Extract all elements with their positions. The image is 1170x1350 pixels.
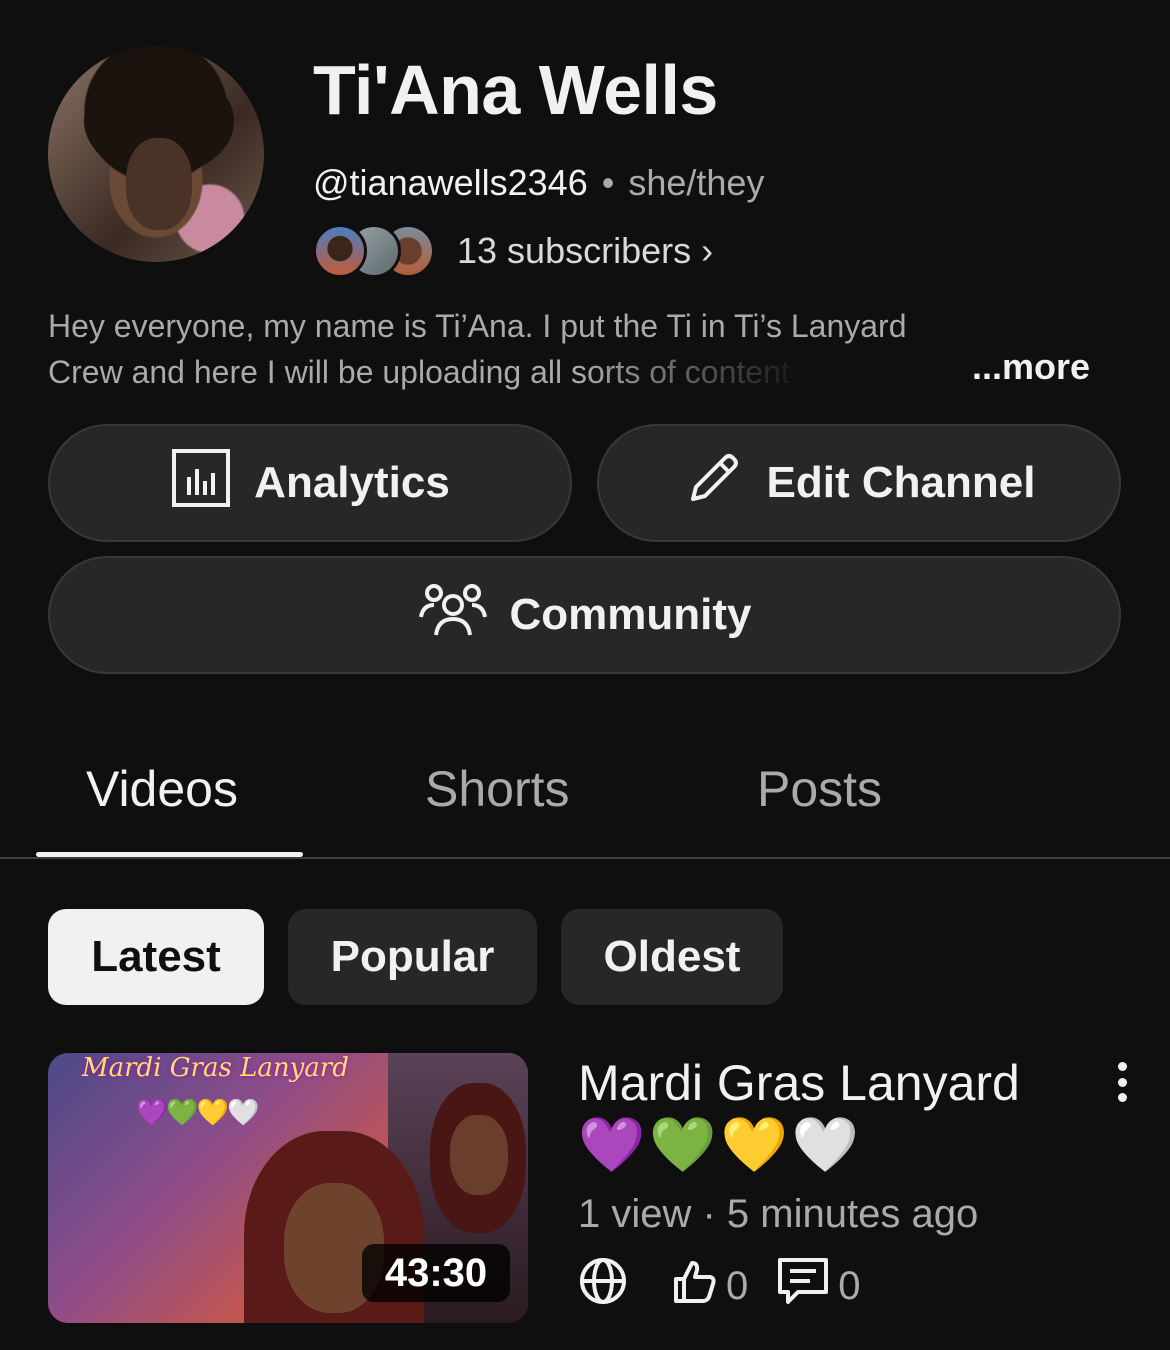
channel-description[interactable]: Hey everyone, my name is Ti’Ana. I put t… <box>48 303 1123 395</box>
channel-pronouns: she/they <box>628 162 765 203</box>
analytics-button[interactable]: Analytics <box>48 424 572 542</box>
like-count: 0 <box>726 1263 749 1308</box>
comment-icon <box>776 1256 830 1316</box>
more-options-icon[interactable] <box>1112 1062 1132 1102</box>
video-title-hearts: 💜💚💛🤍 <box>578 1115 863 1175</box>
video-duration: 43:30 <box>362 1244 510 1302</box>
description-line: Hey everyone, my name is Ti’Ana. I put t… <box>48 308 907 344</box>
comment-count: 0 <box>838 1263 861 1308</box>
avatar-face <box>126 138 192 230</box>
edit-channel-button[interactable]: Edit Channel <box>597 424 1121 542</box>
community-label: Community <box>509 590 752 639</box>
filter-chip-latest[interactable]: Latest <box>48 909 264 1005</box>
description-line: Crew and here I will be uploading all so… <box>48 354 808 390</box>
channel-name: Ti'Ana Wells <box>313 51 718 129</box>
more-link[interactable]: ...more <box>972 346 1090 388</box>
separator-dot: • <box>601 162 615 203</box>
video-meta: 1 view · 5 minutes ago <box>578 1192 979 1236</box>
analytics-icon <box>170 447 232 520</box>
globe-icon <box>578 1256 628 1316</box>
filter-chip-popular[interactable]: Popular <box>288 909 537 1005</box>
channel-handle: @tianawells2346 <box>313 162 588 203</box>
thumbnail-title: Mardi Gras Lanyard <box>82 1053 349 1083</box>
analytics-label: Analytics <box>254 458 450 507</box>
channel-avatar[interactable] <box>48 46 264 262</box>
pencil-icon <box>683 447 745 520</box>
tabs-divider <box>0 857 1170 859</box>
video-title[interactable]: Mardi Gras Lanyard 💜💚💛🤍 <box>578 1052 1068 1176</box>
subscriber-count: 13 subscribers › <box>457 230 714 271</box>
tab-shorts[interactable]: Shorts <box>425 760 570 818</box>
tab-videos[interactable]: Videos <box>86 760 238 818</box>
tab-posts[interactable]: Posts <box>757 760 882 818</box>
subscriber-avatar <box>313 224 367 278</box>
edit-channel-label: Edit Channel <box>766 458 1036 507</box>
chevron-right-icon: › <box>701 230 714 271</box>
thumbs-up-icon <box>670 1257 718 1315</box>
filter-chip-oldest[interactable]: Oldest <box>561 909 783 1005</box>
video-title-text: Mardi Gras Lanyard <box>578 1055 1020 1111</box>
thumbnail-face <box>450 1115 508 1195</box>
subscribers-link[interactable]: 13 subscribers › <box>313 224 714 278</box>
thumbnail-hearts: 💜💚💛🤍 <box>136 1097 259 1127</box>
channel-handle-row: @tianawells2346 • she/they <box>313 162 764 204</box>
community-button[interactable]: Community <box>48 556 1121 674</box>
people-icon <box>418 579 488 652</box>
video-stats: 0 0 <box>578 1257 861 1315</box>
